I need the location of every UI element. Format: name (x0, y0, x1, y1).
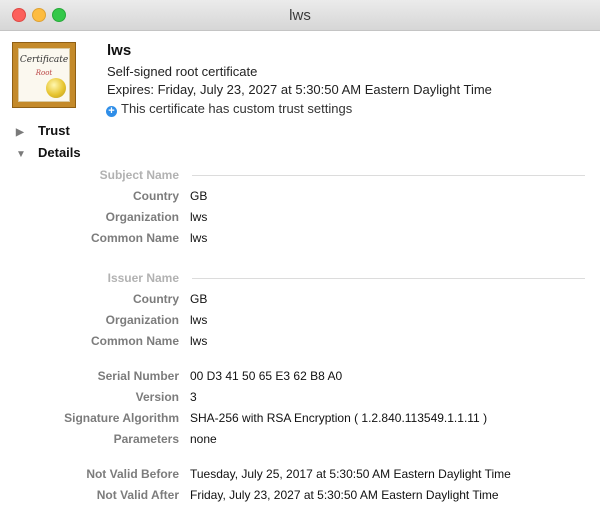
detail-row: Version 3 (0, 390, 600, 406)
detail-label: Serial Number (97, 369, 179, 383)
trust-disclosure[interactable]: ▶ Trust (16, 123, 70, 138)
detail-row: Common Name lws (0, 334, 600, 350)
detail-label: Organization (105, 210, 179, 224)
section-heading: Subject Name (99, 168, 179, 182)
certificate-expiry: Expires: Friday, July 23, 2027 at 5:30:5… (107, 82, 492, 97)
subject-name-section: Subject Name (0, 168, 600, 182)
detail-value[interactable]: lws (190, 313, 207, 327)
disclosure-expanded-icon: ▼ (16, 149, 26, 160)
section-heading: Issuer Name (107, 271, 179, 285)
detail-value[interactable]: none (190, 432, 217, 446)
detail-value[interactable]: 3 (190, 390, 197, 404)
section-divider (192, 278, 585, 279)
detail-value[interactable]: GB (190, 189, 207, 203)
detail-label: Common Name (90, 334, 179, 348)
detail-label: Not Valid After (96, 488, 179, 502)
certificate-icon-subword: Root (35, 69, 53, 77)
certificate-type: Self-signed root certificate (107, 64, 258, 79)
detail-row: Organization lws (0, 313, 600, 329)
details-disclosure[interactable]: ▼ Details (16, 145, 81, 160)
detail-value[interactable]: lws (190, 231, 207, 245)
title-bar[interactable]: lws (0, 0, 600, 31)
detail-value[interactable]: Friday, July 23, 2027 at 5:30:50 AM East… (190, 488, 499, 502)
section-divider (192, 175, 585, 176)
detail-row: Parameters none (0, 432, 600, 448)
detail-label: Parameters (113, 432, 179, 446)
seal-icon (46, 78, 66, 98)
info-plus-icon: + (106, 106, 117, 117)
detail-row: Not Valid After Friday, July 23, 2027 at… (0, 488, 600, 504)
certificate-icon-word: Certificate (19, 55, 69, 65)
detail-row: Not Valid Before Tuesday, July 25, 2017 … (0, 467, 600, 483)
custom-trust-note: + This certificate has custom trust setti… (106, 101, 352, 117)
detail-label: Common Name (90, 231, 179, 245)
detail-label: Not Valid Before (86, 467, 179, 481)
detail-value[interactable]: 00 D3 41 50 65 E3 62 B8 A0 (190, 369, 342, 383)
disclosure-collapsed-icon: ▶ (16, 127, 24, 138)
issuer-name-section: Issuer Name (0, 271, 600, 285)
certificate-window: lws Certificate Root lws Self-signed roo… (0, 0, 600, 506)
certificate-icon-paper: Certificate Root (18, 48, 70, 102)
certificate-icon: Certificate Root (12, 42, 76, 108)
detail-label: Country (133, 292, 179, 306)
trust-label: Trust (38, 123, 70, 138)
detail-row: Country GB (0, 292, 600, 308)
certificate-name: lws (107, 42, 132, 59)
detail-row: Common Name lws (0, 231, 600, 247)
detail-value[interactable]: lws (190, 210, 207, 224)
detail-label: Version (135, 390, 179, 404)
detail-value[interactable]: SHA-256 with RSA Encryption ( 1.2.840.11… (190, 411, 487, 425)
detail-row: Organization lws (0, 210, 600, 226)
detail-value[interactable]: GB (190, 292, 207, 306)
detail-label: Signature Algorithm (64, 411, 179, 425)
custom-trust-text: This certificate has custom trust settin… (121, 101, 353, 116)
detail-value[interactable]: lws (190, 334, 207, 348)
detail-row: Signature Algorithm SHA-256 with RSA Enc… (0, 411, 600, 427)
detail-label: Country (133, 189, 179, 203)
details-label: Details (38, 145, 81, 160)
detail-label: Organization (105, 313, 179, 327)
detail-row: Serial Number 00 D3 41 50 65 E3 62 B8 A0 (0, 369, 600, 385)
detail-value[interactable]: Tuesday, July 25, 2017 at 5:30:50 AM Eas… (190, 467, 511, 481)
detail-row: Country GB (0, 189, 600, 205)
window-title: lws (289, 7, 311, 24)
